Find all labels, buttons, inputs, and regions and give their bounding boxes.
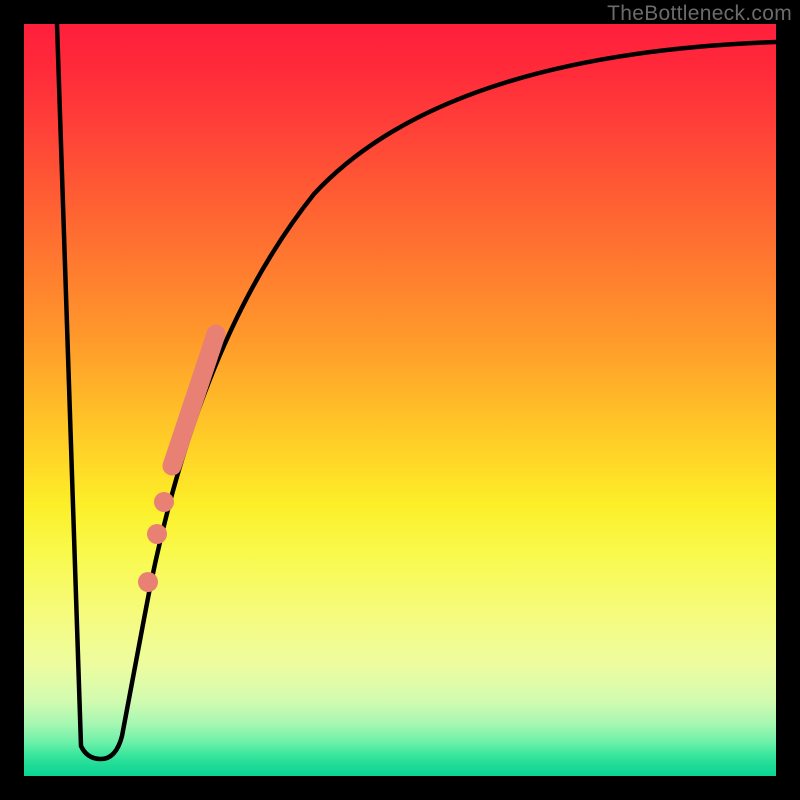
chart-frame: TheBottleneck.com (0, 0, 800, 800)
highlight-dot (138, 572, 158, 592)
highlight-dot (147, 524, 167, 544)
highlight-dot (154, 492, 174, 512)
bottleneck-curve (24, 24, 776, 776)
watermark-text: TheBottleneck.com (607, 2, 792, 26)
bottleneck-curve-path (57, 24, 776, 759)
plot-area (24, 24, 776, 776)
highlight-segment (172, 334, 216, 466)
